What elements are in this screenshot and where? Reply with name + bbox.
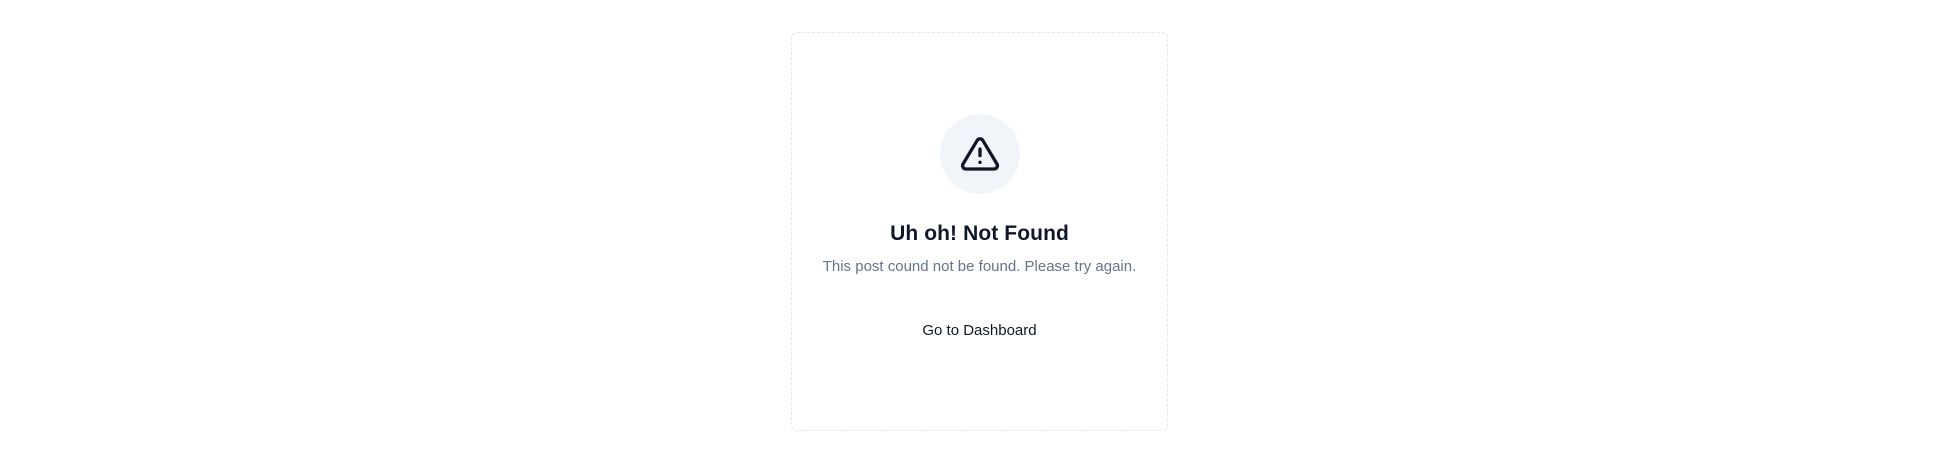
not-found-card: Uh oh! Not Found This post cound not be … bbox=[791, 32, 1168, 431]
alert-triangle-icon bbox=[960, 137, 999, 171]
page: Uh oh! Not Found This post cound not be … bbox=[0, 0, 1960, 464]
page-title: Uh oh! Not Found bbox=[890, 222, 1069, 245]
go-to-dashboard-button[interactable]: Go to Dashboard bbox=[906, 311, 1052, 351]
icon-container bbox=[939, 114, 1020, 194]
error-message: This post cound not be found. Please try… bbox=[822, 258, 1137, 275]
